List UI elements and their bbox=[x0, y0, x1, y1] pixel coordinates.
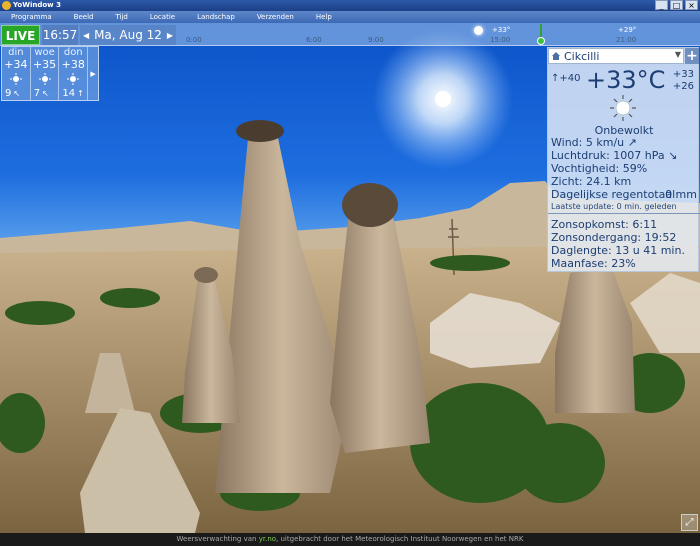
add-location-button[interactable]: + bbox=[685, 48, 699, 64]
triangle-left-icon[interactable]: ◀ bbox=[83, 31, 89, 40]
window-titlebar: YoWindow 3 _ □ × bbox=[0, 0, 700, 11]
timeline-handle[interactable] bbox=[537, 37, 545, 45]
forecast-day[interactable]: din +34 9 ↖ bbox=[2, 47, 31, 100]
forecast-day-wind: 7 ↖ bbox=[33, 88, 49, 99]
temp-low: +26 bbox=[672, 81, 694, 92]
wind-row: Wind: 5 km/u ↗ bbox=[551, 136, 637, 149]
sun-icon bbox=[67, 73, 80, 85]
date-selector[interactable]: ◀ Ma, Aug 12 ▶ bbox=[80, 25, 176, 45]
arrow-up-icon: ↑ bbox=[77, 89, 84, 98]
fullscreen-icon[interactable]: ⤢ bbox=[681, 514, 698, 531]
pressure-row: Luchtdruk: 1007 hPa ↘ bbox=[551, 149, 678, 162]
home-icon bbox=[552, 52, 560, 60]
last-update: Laatste update: 0 min. geleden bbox=[551, 202, 677, 211]
maximize-button[interactable]: □ bbox=[670, 0, 683, 10]
window-controls: _ □ × bbox=[655, 0, 698, 11]
triangle-right-icon[interactable]: ▶ bbox=[88, 47, 98, 100]
forecast-day-temp: +35 bbox=[32, 58, 57, 71]
timeline-tick: 0:00 bbox=[186, 36, 202, 44]
weather-details: Wind: 5 km/u ↗ Luchtdruk: 1007 hPa ↘ Voc… bbox=[551, 136, 699, 212]
location-name: Cikcilli bbox=[564, 49, 600, 63]
timeline-temp: +33° bbox=[492, 26, 511, 34]
menu-programma[interactable]: Programma bbox=[0, 11, 63, 23]
timeline-tick: 6:00 bbox=[306, 36, 322, 44]
menu-verzenden[interactable]: Verzenden bbox=[246, 11, 305, 23]
status-bar: Weersverwachting van yr.no, uitgebracht … bbox=[0, 533, 700, 546]
minimize-button[interactable]: _ bbox=[655, 0, 668, 10]
triangle-right-icon[interactable]: ▶ bbox=[167, 31, 173, 40]
menu-tijd[interactable]: Tijd bbox=[104, 11, 138, 23]
menu-beeld[interactable]: Beeld bbox=[63, 11, 105, 23]
app-icon bbox=[2, 1, 11, 10]
moonphase-row: Maanfase: 23% bbox=[551, 257, 636, 270]
sun-icon bbox=[38, 73, 51, 85]
daylength-row: Daglengte: 13 u 41 min. bbox=[551, 244, 685, 257]
timeline-tick: 9:00 bbox=[368, 36, 384, 44]
temp-high: +33 bbox=[672, 69, 694, 80]
menu-locatie[interactable]: Locatie bbox=[139, 11, 186, 23]
arrow-up-left-icon: ↖ bbox=[42, 89, 49, 98]
current-temperature: +33°C bbox=[586, 66, 666, 94]
forecast-day-temp: +34 bbox=[4, 58, 28, 71]
timeline-tick: 15:00 bbox=[490, 36, 511, 44]
forecast-strip: din +34 9 ↖ woe +35 7 ↖ don +38 14 ↑ ▶ bbox=[1, 46, 99, 101]
moon-icon bbox=[340, 79, 351, 96]
forecast-day[interactable]: don +38 14 ↑ bbox=[59, 47, 89, 100]
feels-like: ↑+40 bbox=[551, 73, 581, 84]
sun-icon bbox=[435, 91, 451, 107]
current-time[interactable]: 16:57 bbox=[42, 25, 78, 45]
forecast-day-wind: 9 ↖ bbox=[5, 88, 21, 99]
timeline-tick: 21:00 bbox=[616, 36, 637, 44]
window-title: YoWindow 3 bbox=[13, 1, 61, 9]
menu-landschap[interactable]: Landschap bbox=[186, 11, 246, 23]
forecast-day-temp: +38 bbox=[61, 58, 85, 71]
live-button[interactable]: LIVE bbox=[1, 25, 40, 45]
menu-help[interactable]: Help bbox=[305, 11, 343, 23]
sun-icon bbox=[474, 26, 483, 35]
sun-icon bbox=[610, 95, 636, 121]
close-button[interactable]: × bbox=[685, 0, 698, 10]
location-selector[interactable]: Cikcilli ▼ bbox=[548, 48, 684, 64]
sun-icon bbox=[9, 73, 22, 85]
current-date: Ma, Aug 12 bbox=[94, 28, 162, 42]
forecast-day-wind: 14 ↑ bbox=[62, 88, 84, 99]
source-link[interactable]: yr.no bbox=[259, 535, 276, 543]
forecast-day[interactable]: woe +35 7 ↖ bbox=[31, 47, 60, 100]
divider bbox=[548, 213, 700, 214]
sunset-row: Zonsondergang: 19:52 bbox=[551, 231, 677, 244]
rain-row: Dagelijkse regentotaal: 0 mm bbox=[551, 188, 697, 201]
timeline-temp: +29° bbox=[618, 26, 637, 34]
sunrise-row: Zonsopkomst: 6:11 bbox=[551, 218, 658, 231]
menu-bar: Programma Beeld Tijd Locatie Landschap V… bbox=[0, 11, 700, 23]
weather-panel: Cikcilli ▼ + ↑+40 +33°C +33 +26 Onbewolk… bbox=[547, 47, 700, 272]
visibility-row: Zicht: 24.1 km bbox=[551, 175, 632, 188]
arrow-up-left-icon: ↖ bbox=[13, 89, 21, 98]
timeline-slider[interactable]: 0:00 6:00 9:00 15:00 21:00 +33° +29° bbox=[178, 24, 700, 46]
humidity-row: Vochtigheid: 59% bbox=[551, 162, 648, 175]
chevron-down-icon[interactable]: ▼ bbox=[675, 50, 681, 59]
sun-details: Zonsopkomst: 6:11 Zonsondergang: 19:52 D… bbox=[551, 218, 685, 270]
